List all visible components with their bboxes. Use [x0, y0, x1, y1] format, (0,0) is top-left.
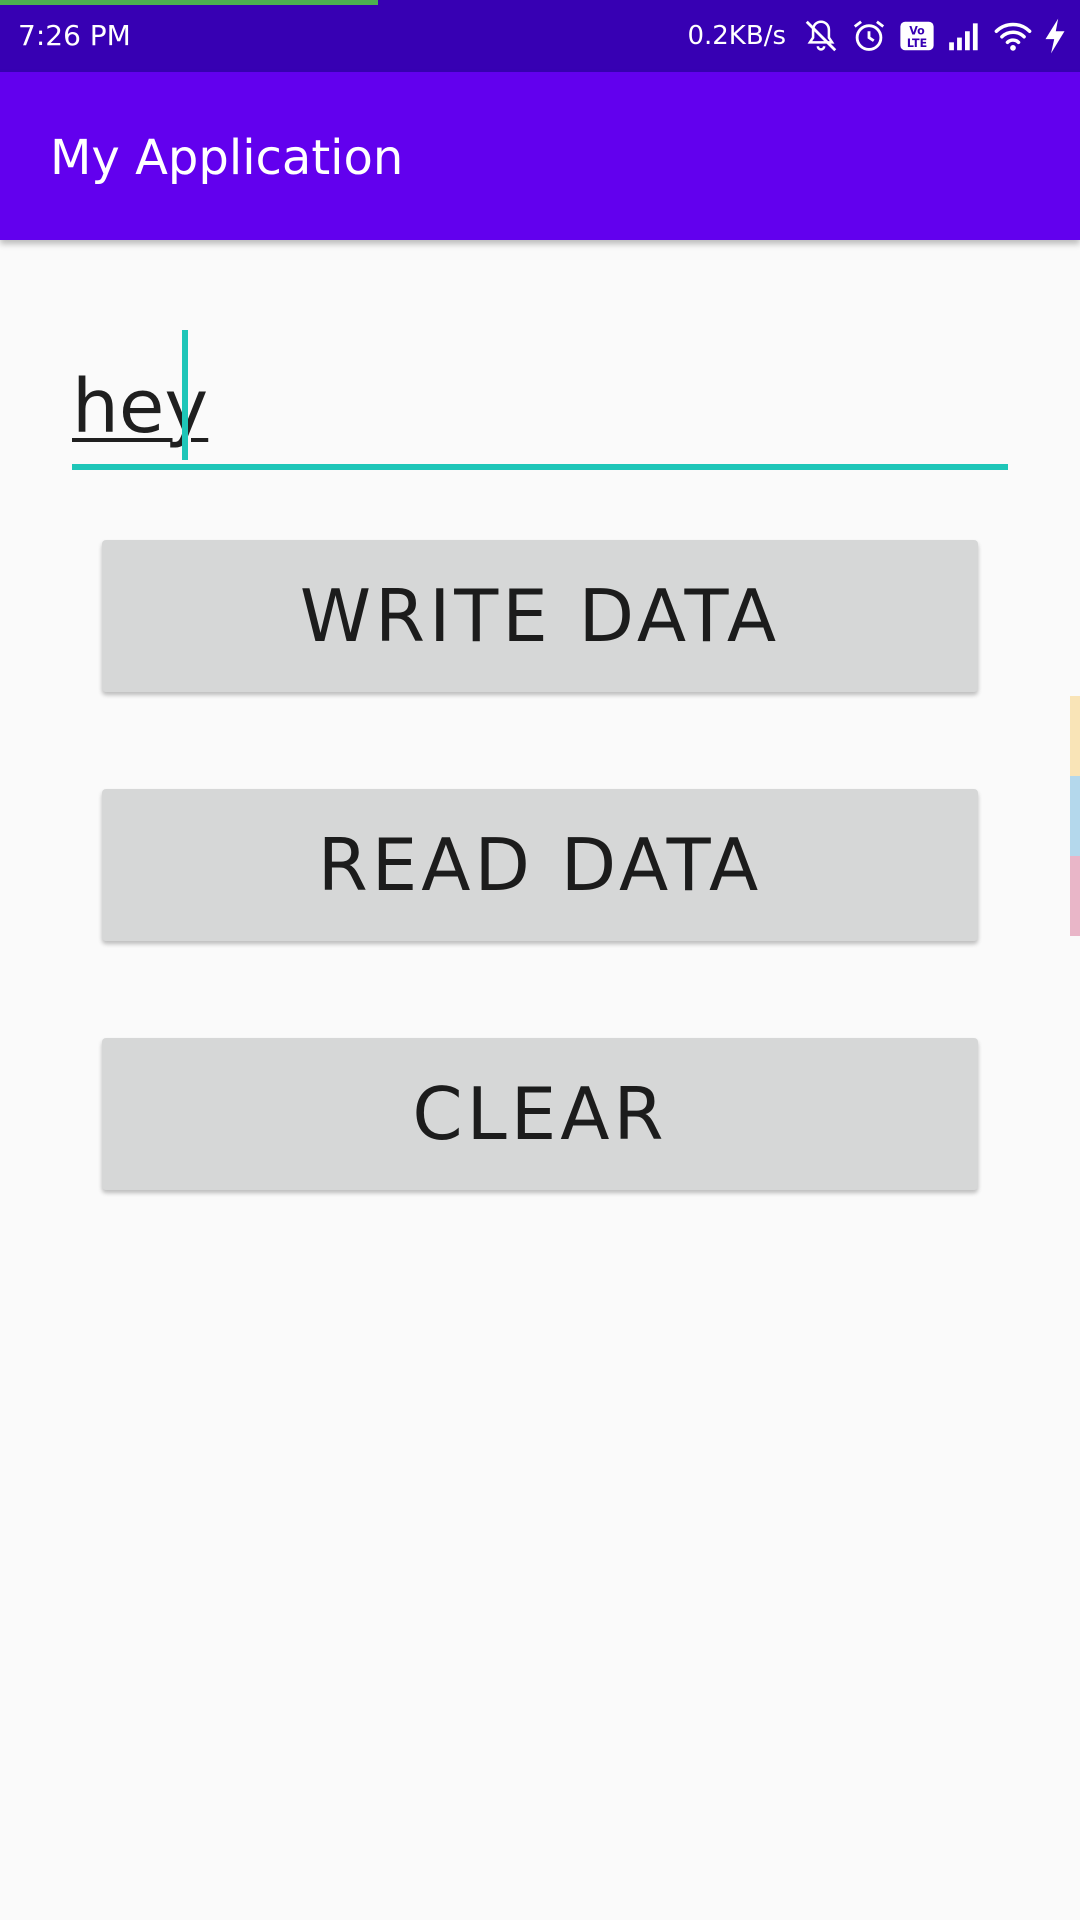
screen: 7:26 PM 0.2KB/s Vo LTE My Application he…: [0, 0, 1080, 1920]
text-input-underline: [72, 464, 1008, 470]
alarm-icon: [850, 17, 888, 55]
read-data-button[interactable]: READ DATA: [102, 789, 978, 941]
write-data-button[interactable]: WRITE DATA: [102, 540, 978, 692]
app-bar: My Application: [0, 72, 1080, 240]
volte-icon: Vo LTE: [898, 17, 936, 55]
bell-muted-icon: [802, 17, 840, 55]
volte-top-label: Vo: [909, 24, 925, 37]
edge-tab-pink[interactable]: [1070, 856, 1080, 936]
edge-tab-blue[interactable]: [1070, 776, 1080, 856]
edge-tab-yellow[interactable]: [1070, 696, 1080, 776]
network-speed: 0.2KB/s: [687, 21, 786, 51]
signal-icon: [946, 17, 984, 55]
loading-progress-bar: [0, 0, 378, 5]
status-time: 7:26 PM: [18, 19, 131, 52]
status-icons: 0.2KB/s Vo LTE: [687, 14, 1068, 58]
text-input-field[interactable]: hey: [72, 328, 1008, 470]
wifi-icon: [994, 17, 1032, 55]
clear-button[interactable]: CLEAR: [102, 1038, 978, 1190]
app-title: My Application: [50, 130, 404, 186]
charging-icon: [1042, 17, 1068, 55]
text-cursor: [182, 330, 188, 460]
volte-bottom-label: LTE: [907, 37, 927, 50]
status-bar: 7:26 PM 0.2KB/s Vo LTE: [0, 0, 1080, 72]
